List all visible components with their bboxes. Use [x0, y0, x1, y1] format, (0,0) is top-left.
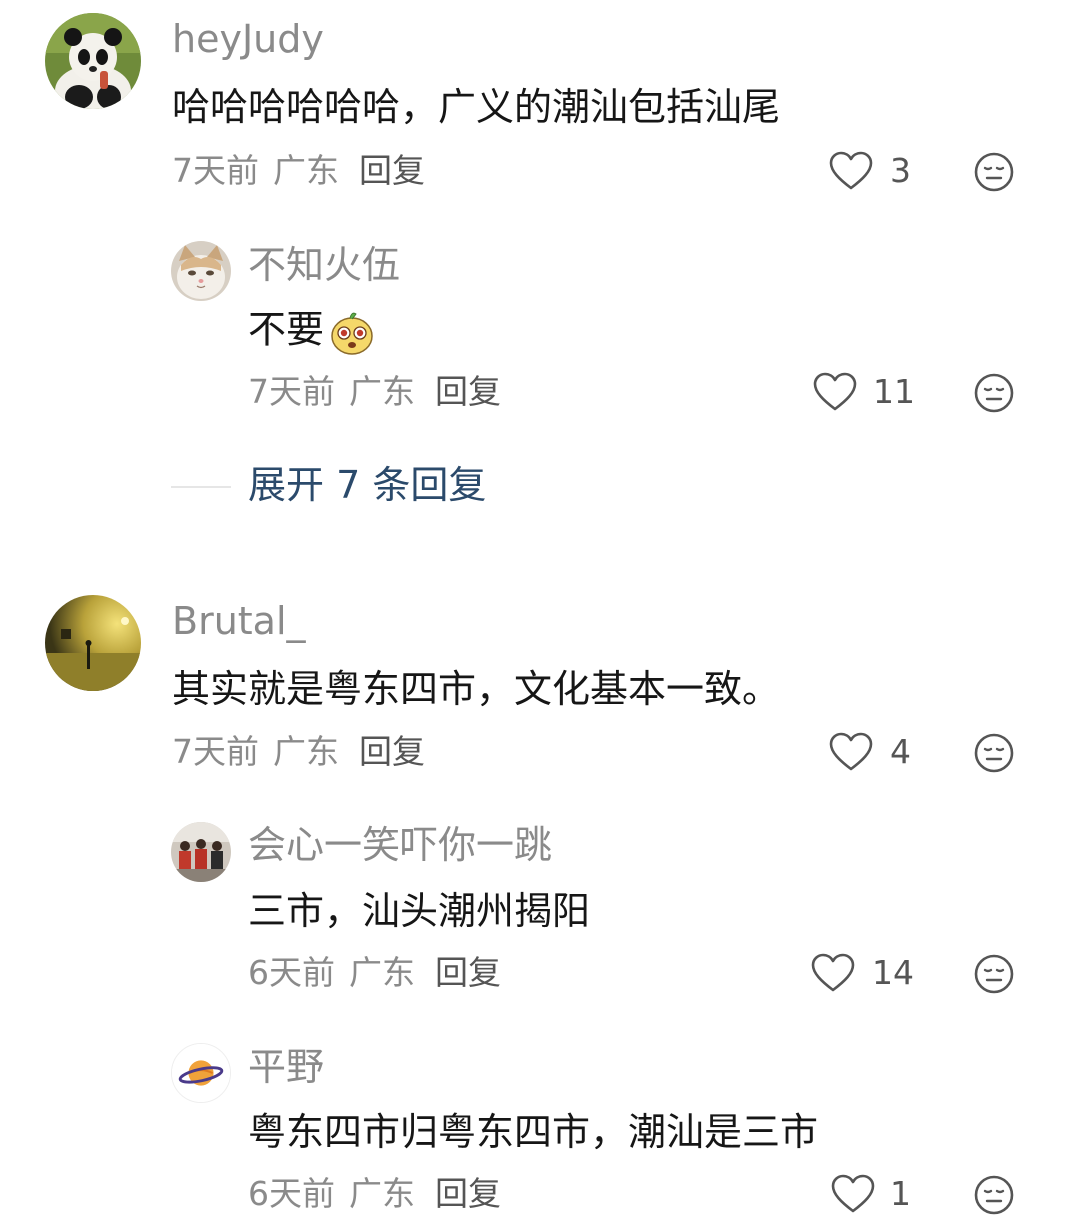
- panda-avatar-icon: [45, 13, 141, 109]
- dislike-face-icon[interactable]: [973, 151, 1015, 193]
- comment-text: 其实就是粤东四市，文化基本一致。: [172, 667, 781, 711]
- like-count: 3: [890, 151, 911, 190]
- reply-text-content: 不要: [248, 307, 325, 352]
- heart-icon[interactable]: [829, 732, 873, 772]
- heart-icon[interactable]: [829, 151, 873, 191]
- heart-icon[interactable]: [813, 372, 857, 412]
- reply-button[interactable]: 回复: [359, 151, 425, 190]
- comment-text: 哈哈哈哈哈哈，广义的潮汕包括汕尾: [172, 85, 781, 129]
- reply-text: 粤东四市归粤东四市，潮汕是三市: [248, 1110, 819, 1154]
- username[interactable]: 会心一笑吓你一跳: [248, 826, 552, 864]
- comment-meta: 7天前 广东 回复: [172, 154, 439, 187]
- reply-button[interactable]: 回复: [435, 372, 501, 411]
- heart-icon[interactable]: [811, 953, 855, 993]
- like-count: 14: [872, 953, 914, 992]
- planet-avatar-icon: [172, 1044, 230, 1102]
- reply-button[interactable]: 回复: [359, 732, 425, 771]
- location: 广东: [273, 151, 339, 190]
- dislike-face-icon[interactable]: [973, 953, 1015, 995]
- username[interactable]: Brutal_: [172, 602, 306, 640]
- username[interactable]: heyJudy: [172, 20, 324, 58]
- timestamp: 6天前: [248, 953, 335, 992]
- like-count: 1: [890, 1174, 911, 1213]
- dislike-face-icon[interactable]: [973, 372, 1015, 414]
- group-photo-avatar-icon: [171, 822, 231, 882]
- reply-meta: 6天前 广东 回复: [248, 956, 515, 989]
- timestamp: 7天前: [172, 151, 259, 190]
- username[interactable]: 平野: [248, 1048, 324, 1086]
- heart-icon[interactable]: [831, 1174, 875, 1214]
- reply-meta: 7天前 广东 回复: [248, 375, 515, 408]
- reply-button[interactable]: 回复: [435, 953, 501, 992]
- like-count: 4: [890, 732, 911, 771]
- dislike-face-icon[interactable]: [973, 732, 1015, 774]
- night-scene-avatar-icon: [45, 595, 141, 691]
- location: 广东: [349, 1174, 415, 1213]
- location: 广东: [273, 732, 339, 771]
- cute-face-sticker-icon: [331, 312, 373, 355]
- comment-meta: 7天前 广东 回复: [172, 735, 439, 768]
- like-count: 11: [873, 372, 915, 411]
- location: 广东: [349, 953, 415, 992]
- avatar-reply[interactable]: [171, 241, 231, 301]
- timestamp: 6天前: [248, 1174, 335, 1213]
- reply-button[interactable]: 回复: [435, 1174, 501, 1213]
- reply-meta: 6天前 广东 回复: [248, 1177, 515, 1210]
- avatar-reply[interactable]: [171, 822, 231, 882]
- expand-replies-button[interactable]: 展开 7 条回复: [248, 466, 486, 504]
- timestamp: 7天前: [172, 732, 259, 771]
- cat-avatar-icon: [171, 241, 231, 301]
- timestamp: 7天前: [248, 372, 335, 411]
- avatar-heyjudy[interactable]: [45, 13, 141, 109]
- avatar-reply[interactable]: [171, 1043, 231, 1103]
- reply-text: 不要: [248, 308, 376, 356]
- reply-text: 三市，汕头潮州揭阳: [248, 889, 591, 933]
- dislike-face-icon[interactable]: [973, 1174, 1015, 1216]
- location: 广东: [349, 372, 415, 411]
- username[interactable]: 不知火伍: [248, 246, 400, 284]
- avatar-brutal[interactable]: [45, 595, 141, 691]
- expand-divider: [171, 486, 231, 488]
